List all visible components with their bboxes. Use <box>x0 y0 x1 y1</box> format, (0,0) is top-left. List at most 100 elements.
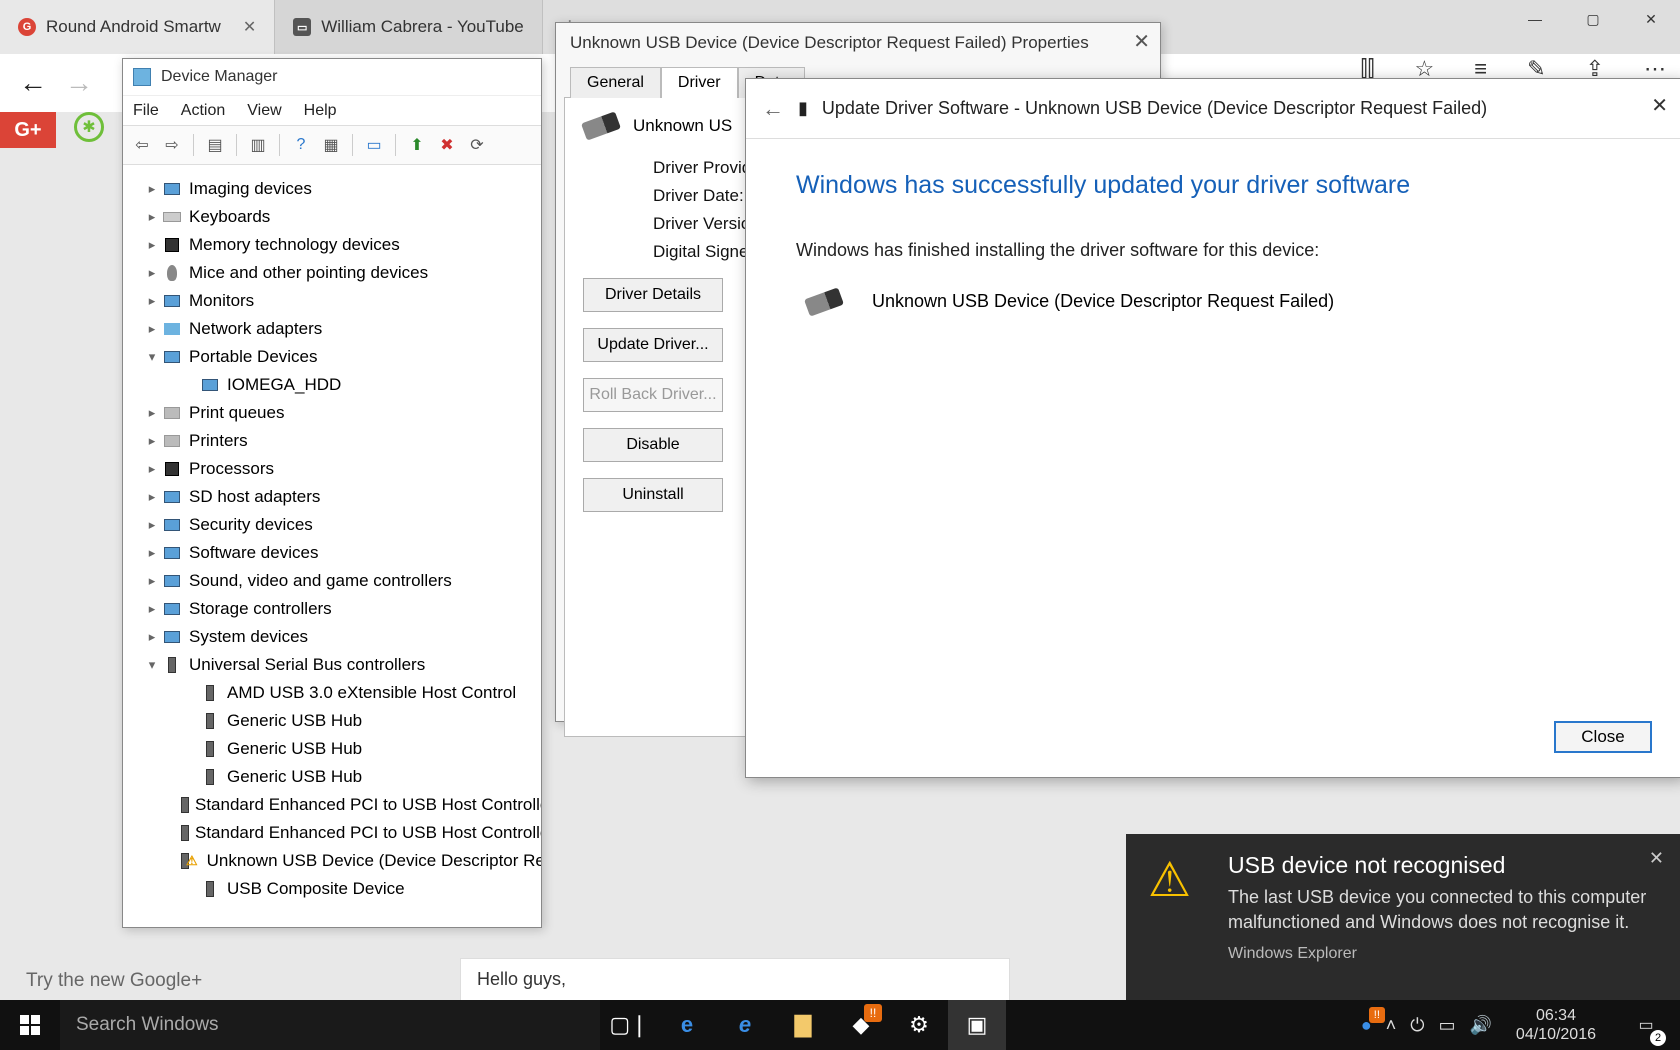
forward-button[interactable]: → <box>56 60 102 106</box>
taskbar-clock[interactable]: 06:34 04/10/2016 <box>1506 1006 1606 1044</box>
chevron-icon[interactable] <box>143 349 161 365</box>
tree-node[interactable]: Standard Enhanced PCI to USB Host Contro… <box>127 791 537 819</box>
chevron-icon[interactable] <box>143 265 161 281</box>
tb-scan-icon[interactable]: ▦ <box>318 132 344 158</box>
chevron-icon[interactable] <box>143 489 161 505</box>
chevron-icon[interactable] <box>143 433 161 449</box>
gplus-badge[interactable]: G+ <box>0 112 56 148</box>
tree-node[interactable]: Standard Enhanced PCI to USB Host Contro… <box>127 819 537 847</box>
window-minimize-button[interactable]: — <box>1506 0 1564 38</box>
tree-node[interactable]: Sound, video and game controllers <box>127 567 537 595</box>
ie-icon[interactable]: e <box>716 1000 774 1050</box>
tray-app-icon[interactable]: ●!! <box>1361 1015 1372 1036</box>
tab-driver[interactable]: Driver <box>661 67 738 98</box>
close-icon[interactable]: ✕ <box>1649 848 1664 869</box>
tb-props-icon[interactable]: ▤ <box>202 132 228 158</box>
tree-node[interactable]: Security devices <box>127 511 537 539</box>
close-icon[interactable]: ✕ <box>1133 29 1150 54</box>
wizard-titlebar[interactable]: ← ▮ Update Driver Software - Unknown USB… <box>746 79 1680 139</box>
device-tree[interactable]: Imaging devicesKeyboardsMemory technolog… <box>123 165 541 913</box>
notification-toast[interactable]: ⚠ USB device not recognised The last USB… <box>1126 834 1680 1002</box>
tree-node[interactable]: Memory technology devices <box>127 231 537 259</box>
explorer-icon[interactable]: ▇ <box>774 1000 832 1050</box>
back-arrow-icon[interactable]: ← <box>762 96 784 122</box>
chevron-icon[interactable] <box>143 237 161 253</box>
tab-general[interactable]: General <box>570 67 661 98</box>
tree-node[interactable]: IOMEGA_HDD <box>127 371 537 399</box>
chevron-icon[interactable] <box>143 657 161 673</box>
chevron-icon[interactable] <box>143 545 161 561</box>
tree-node[interactable]: Keyboards <box>127 203 537 231</box>
chevron-icon[interactable] <box>143 517 161 533</box>
task-view-icon[interactable]: ▢❘ <box>600 1000 658 1050</box>
back-button[interactable]: ← <box>10 60 56 106</box>
tree-node[interactable]: ⚠Unknown USB Device (Device Descriptor R… <box>127 847 537 875</box>
chevron-icon[interactable] <box>143 461 161 477</box>
menu-help[interactable]: Help <box>304 102 337 120</box>
tree-node[interactable]: USB Composite Device <box>127 875 537 903</box>
chevron-icon[interactable] <box>143 293 161 309</box>
chevron-up-icon[interactable]: ˄ <box>1386 1015 1397 1036</box>
props-titlebar[interactable]: Unknown USB Device (Device Descriptor Re… <box>556 23 1160 63</box>
tb-view-icon[interactable]: ▥ <box>245 132 271 158</box>
tree-node[interactable]: Storage controllers <box>127 595 537 623</box>
tree-node[interactable]: SD host adapters <box>127 483 537 511</box>
network-icon[interactable]: ▭ <box>1438 1015 1455 1036</box>
tree-node[interactable]: Universal Serial Bus controllers <box>127 651 537 679</box>
tree-node[interactable]: Generic USB Hub <box>127 763 537 791</box>
window-maximize-button[interactable]: ▢ <box>1564 0 1622 38</box>
close-icon[interactable]: ✕ <box>1651 93 1668 118</box>
page-disc-icon[interactable]: ✱ <box>74 112 104 142</box>
action-center-icon[interactable]: ▭2 <box>1620 1000 1672 1050</box>
tree-node[interactable]: Printers <box>127 427 537 455</box>
tb-refresh-icon[interactable]: ⟳ <box>464 132 490 158</box>
browser-tab-0[interactable]: G Round Android Smartw ✕ <box>0 0 275 54</box>
chevron-icon[interactable] <box>143 629 161 645</box>
menu-view[interactable]: View <box>247 102 281 120</box>
chevron-icon[interactable] <box>143 321 161 337</box>
tree-node[interactable]: Software devices <box>127 539 537 567</box>
tree-node[interactable]: Portable Devices <box>127 343 537 371</box>
close-icon[interactable]: ✕ <box>243 17 256 37</box>
power-icon[interactable]: ⏻ <box>1410 1015 1424 1036</box>
tree-node[interactable]: Processors <box>127 455 537 483</box>
close-button[interactable]: Close <box>1554 721 1652 753</box>
menu-action[interactable]: Action <box>181 102 225 120</box>
chevron-icon[interactable] <box>143 573 161 589</box>
driver-details-button[interactable]: Driver Details <box>583 278 723 312</box>
tb-help-icon[interactable]: ? <box>288 132 314 158</box>
volume-icon[interactable]: 🔊 <box>1470 1015 1492 1036</box>
tree-node[interactable]: Imaging devices <box>127 175 537 203</box>
tree-node[interactable]: Print queues <box>127 399 537 427</box>
taskbar-search[interactable]: Search Windows <box>60 1000 600 1050</box>
start-button[interactable] <box>0 1000 60 1050</box>
menu-file[interactable]: File <box>133 102 159 120</box>
tb-update-icon[interactable]: ⬆ <box>404 132 430 158</box>
tree-node[interactable]: Generic USB Hub <box>127 707 537 735</box>
chevron-icon[interactable] <box>143 601 161 617</box>
disable-button[interactable]: Disable <box>583 428 723 462</box>
uninstall-button[interactable]: Uninstall <box>583 478 723 512</box>
tree-node[interactable]: Generic USB Hub <box>127 735 537 763</box>
tb-forward-icon[interactable]: ⇨ <box>159 132 185 158</box>
chevron-icon[interactable] <box>143 181 161 197</box>
tb-monitor-icon[interactable]: ▭ <box>361 132 387 158</box>
tb-uninstall-icon[interactable]: ✖ <box>434 132 460 158</box>
window-close-button[interactable]: ✕ <box>1622 0 1680 38</box>
device-icon <box>161 572 183 590</box>
gimp-icon[interactable]: ◆!! <box>832 1000 890 1050</box>
chevron-icon[interactable] <box>143 209 161 225</box>
devmgr-task-icon[interactable]: ▣ <box>948 1000 1006 1050</box>
tree-node[interactable]: Mice and other pointing devices <box>127 259 537 287</box>
tree-node[interactable]: Network adapters <box>127 315 537 343</box>
devmgr-titlebar[interactable]: Device Manager <box>123 59 541 95</box>
tb-back-icon[interactable]: ⇦ <box>129 132 155 158</box>
edge-icon[interactable]: e <box>658 1000 716 1050</box>
tree-node[interactable]: System devices <box>127 623 537 651</box>
tree-node[interactable]: AMD USB 3.0 eXtensible Host Control <box>127 679 537 707</box>
chevron-icon[interactable] <box>143 405 161 421</box>
update-driver-button[interactable]: Update Driver... <box>583 328 723 362</box>
browser-tab-1[interactable]: ▭ William Cabrera - YouTube <box>275 0 543 54</box>
tree-node[interactable]: Monitors <box>127 287 537 315</box>
settings-icon[interactable]: ⚙ <box>890 1000 948 1050</box>
